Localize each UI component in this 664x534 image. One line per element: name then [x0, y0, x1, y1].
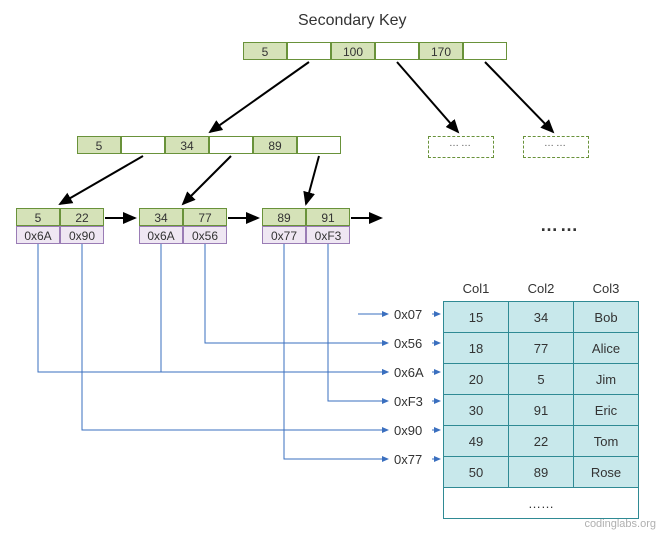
diagram-title: Secondary Key	[298, 12, 407, 30]
table-row: 50 89 Rose	[444, 457, 639, 488]
root-cell: 170	[419, 42, 463, 60]
table-row: 49 22 Tom	[444, 426, 639, 457]
table-cell: 22	[509, 426, 574, 457]
table-row: 18 77 Alice	[444, 333, 639, 364]
leaf-addr: 0x77	[262, 226, 306, 244]
leaf-addr: 0x90	[60, 226, 104, 244]
addr-label: 0x90	[394, 423, 422, 438]
table-cell: Eric	[574, 395, 639, 426]
btree-leaf-node: 5 22 0x6A 0x90	[16, 208, 104, 244]
table-cell: 18	[444, 333, 509, 364]
btree-root-node: 5 100 170	[243, 42, 507, 60]
table-cell: 91	[509, 395, 574, 426]
table-cell: 15	[444, 302, 509, 333]
watermark: codinglabs.org	[584, 518, 656, 530]
addr-label: 0x77	[394, 452, 422, 467]
leaf-addr: 0x6A	[16, 226, 60, 244]
addr-label: 0xF3	[394, 394, 423, 409]
table-cell: ……	[444, 488, 639, 519]
internal-cell	[209, 136, 253, 154]
leaf-key: 5	[16, 208, 60, 226]
table-cell: 34	[509, 302, 574, 333]
addr-label: 0x56	[394, 336, 422, 351]
table-header: Col2	[509, 275, 574, 302]
btree-leaf-node: 34 77 0x6A 0x56	[139, 208, 227, 244]
btree-leaf-node: 89 91 0x77 0xF3	[262, 208, 350, 244]
table-cell: 30	[444, 395, 509, 426]
btree-node-placeholder: ……	[428, 136, 494, 158]
internal-cell: 89	[253, 136, 297, 154]
table-cell: Bob	[574, 302, 639, 333]
table-cell: 89	[509, 457, 574, 488]
leaf-key: 77	[183, 208, 227, 226]
table-cell: 20	[444, 364, 509, 395]
root-cell: 5	[243, 42, 287, 60]
root-cell	[287, 42, 331, 60]
leaf-key: 89	[262, 208, 306, 226]
table-ellipsis-row: ……	[444, 488, 639, 519]
internal-cell: 5	[77, 136, 121, 154]
leaf-key: 22	[60, 208, 104, 226]
addr-label: 0x6A	[394, 365, 424, 380]
leaf-key: 91	[306, 208, 350, 226]
leaf-addr: 0x6A	[139, 226, 183, 244]
root-cell	[463, 42, 507, 60]
internal-cell	[121, 136, 165, 154]
btree-internal-node: 5 34 89	[77, 136, 341, 154]
table-cell: 77	[509, 333, 574, 364]
btree-node-placeholder: ……	[523, 136, 589, 158]
table-header: Col1	[444, 275, 509, 302]
table-cell: Rose	[574, 457, 639, 488]
table-cell: 50	[444, 457, 509, 488]
table-cell: Alice	[574, 333, 639, 364]
root-cell	[375, 42, 419, 60]
addr-label: 0x07	[394, 307, 422, 322]
table-row: 30 91 Eric	[444, 395, 639, 426]
table-row: 15 34 Bob	[444, 302, 639, 333]
root-cell: 100	[331, 42, 375, 60]
data-table: Col1 Col2 Col3 15 34 Bob 18 77 Alice 20 …	[443, 275, 639, 519]
internal-cell: 34	[165, 136, 209, 154]
table-cell: 49	[444, 426, 509, 457]
leaf-ellipsis: ……	[540, 215, 580, 236]
leaf-key: 34	[139, 208, 183, 226]
table-header: Col3	[574, 275, 639, 302]
table-cell: Jim	[574, 364, 639, 395]
leaf-addr: 0x56	[183, 226, 227, 244]
internal-cell	[297, 136, 341, 154]
table-cell: 5	[509, 364, 574, 395]
table-row: 20 5 Jim	[444, 364, 639, 395]
table-cell: Tom	[574, 426, 639, 457]
leaf-addr: 0xF3	[306, 226, 350, 244]
